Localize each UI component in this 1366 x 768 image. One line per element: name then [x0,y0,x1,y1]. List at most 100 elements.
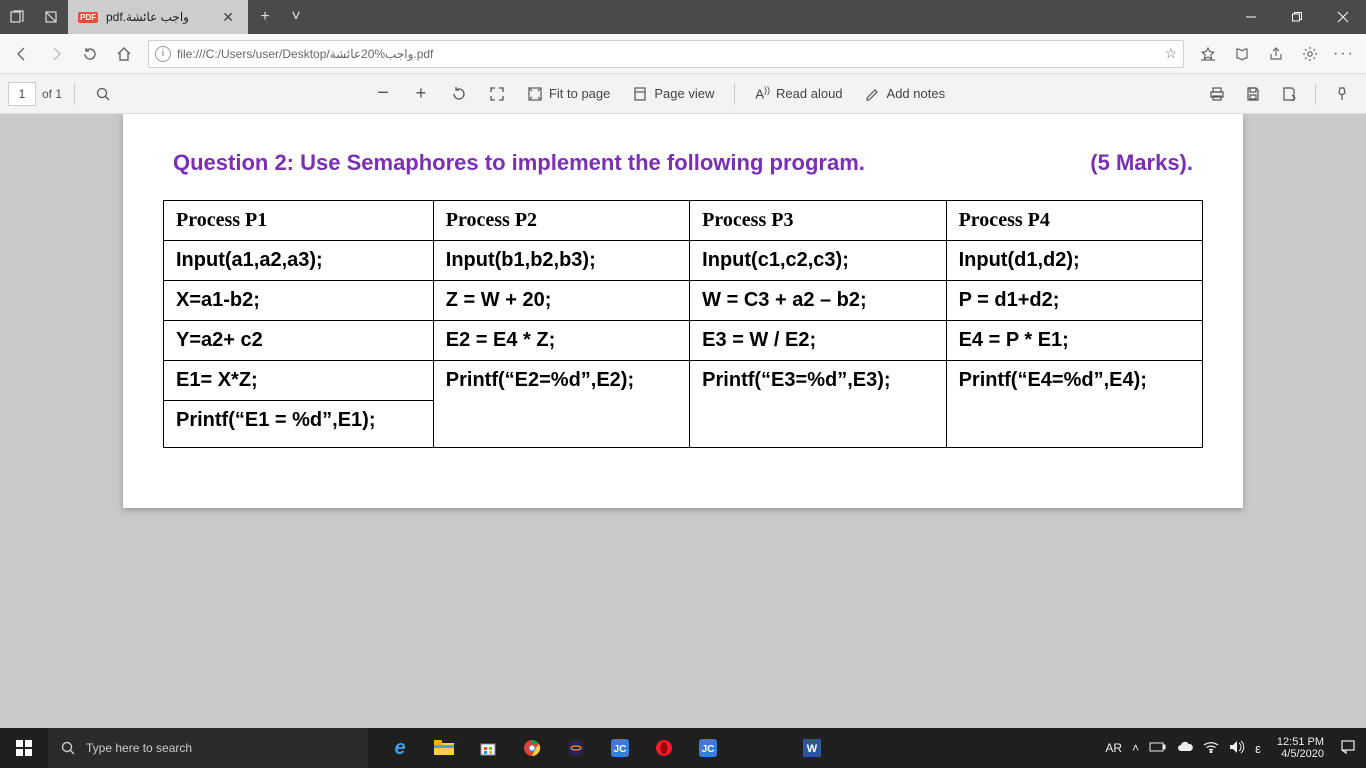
table-cell: Printf(“E2=%d”,E2); [434,361,689,447]
favorite-star-icon[interactable]: ☆ [1164,45,1177,62]
read-aloud-label: Read aloud [776,86,843,101]
url-field[interactable]: i file:///C:/Users/user/Desktop/واجب%20ع… [148,40,1184,68]
refresh-button[interactable] [74,38,106,70]
page-number-input[interactable]: 1 [8,82,36,106]
close-tab-icon[interactable]: ✕ [218,9,238,26]
new-tab-button[interactable]: + [248,0,282,34]
add-notes-button[interactable]: Add notes [857,78,954,110]
set-aside-tabs-icon[interactable] [34,0,68,34]
fit-to-page-button[interactable]: Fit to page [519,78,618,110]
share-icon[interactable] [1260,38,1292,70]
svg-text:JC: JC [702,744,715,755]
back-button[interactable] [6,38,38,70]
system-tray: AR ˄ ε 12:51 PM 4/5/2020 [1095,736,1366,760]
site-info-icon[interactable]: i [155,46,171,62]
tray-cloud-icon[interactable] [1177,741,1193,756]
favorites-list-icon[interactable] [1192,38,1224,70]
tray-chevron-up-icon[interactable]: ˄ [1132,741,1139,755]
table-cell: P = d1+d2; [947,281,1202,321]
table-header-cell: Process P1 [164,201,434,241]
browser-titlebar: PDF pdf.واجب عائشة ✕ + ˅ [0,0,1366,34]
table-cell: W = C3 + a2 – b2; [690,281,945,321]
separator [74,83,75,105]
table-cell: E3 = W / E2; [690,321,945,361]
find-icon[interactable] [87,78,119,110]
table-cell: Input(b1,b2,b3); [434,241,689,281]
table-cell: Printf(“E1 = %d”,E1); [164,401,433,440]
table-header-cell: Process P2 [433,201,689,241]
question-title-text: Question 2: Use Semaphores to implement … [173,150,865,176]
table-cell: E4 = P * E1; [947,321,1202,361]
page-count-label: of 1 [42,87,62,101]
table-header-row: Process P1 Process P2 Process P3 Process… [164,201,1203,241]
windows-taskbar: Type here to search e JC JC W AR ˄ [0,728,1366,768]
tab-title: pdf.واجب عائشة [106,10,189,24]
separator [1315,83,1316,105]
taskbar-edge-icon[interactable]: e [378,728,422,768]
separator [734,83,735,105]
table-cell: E2 = E4 * Z; [434,321,689,361]
taskbar-explorer-icon[interactable] [422,728,466,768]
table-cell: Input(a1,a2,a3); [164,241,433,281]
browser-tab[interactable]: PDF pdf.واجب عائشة ✕ [68,0,248,34]
url-text: file:///C:/Users/user/Desktop/واجب%20عائ… [177,47,433,61]
more-icon[interactable]: ··· [1328,38,1360,70]
settings-icon[interactable] [1294,38,1326,70]
tray-wifi-icon[interactable] [1203,741,1219,756]
tabs-leading-icons [0,0,68,34]
fullscreen-icon[interactable] [481,78,513,110]
tray-language[interactable]: AR [1105,741,1122,755]
page-view-label: Page view [654,86,714,101]
read-aloud-button[interactable]: A)) Read aloud [747,78,850,110]
tray-ime[interactable]: ε [1255,741,1261,756]
minimize-button[interactable] [1228,0,1274,34]
table-cell: Input(c1,c2,c3); [690,241,945,281]
add-notes-label: Add notes [887,86,946,101]
tabs-dropdown-icon[interactable]: ˅ [282,0,310,34]
save-as-icon[interactable] [1273,78,1305,110]
table-cell: Printf(“E3=%d”,E3); [690,361,945,447]
window-controls [1228,0,1366,34]
taskbar-eclipse-icon[interactable] [554,728,598,768]
maximize-button[interactable] [1274,0,1320,34]
rotate-icon[interactable] [443,78,475,110]
forward-button[interactable] [40,38,72,70]
reading-icon[interactable] [1226,38,1258,70]
taskbar-search[interactable]: Type here to search [48,728,368,768]
taskbar-chrome-icon[interactable] [510,728,554,768]
table-cell: Input(d1,d2); [947,241,1202,281]
zoom-in-icon[interactable]: + [405,78,437,110]
tray-notifications-icon[interactable] [1340,739,1356,758]
tray-volume-icon[interactable] [1229,740,1245,757]
tab-actions-icon[interactable] [0,0,34,34]
taskbar-word-icon[interactable]: W [790,728,834,768]
pin-toolbar-icon[interactable] [1326,78,1358,110]
svg-text:W: W [807,743,818,755]
home-button[interactable] [108,38,140,70]
print-icon[interactable] [1201,78,1233,110]
page-view-button[interactable]: Page view [624,78,722,110]
taskbar-opera-icon[interactable] [642,728,686,768]
taskbar-app2-icon[interactable]: JC [686,728,730,768]
zoom-out-icon[interactable]: − [367,78,399,110]
tray-battery-icon[interactable] [1149,741,1167,756]
svg-text:JC: JC [614,744,627,755]
address-bar: i file:///C:/Users/user/Desktop/واجب%20ع… [0,34,1366,74]
close-window-button[interactable] [1320,0,1366,34]
taskbar-apps: e JC JC W [378,728,834,768]
taskbar-app1-icon[interactable]: JC [598,728,642,768]
pdf-toolbar: 1 of 1 − + Fit to page Page view A)) Rea… [0,74,1366,114]
taskbar-store-icon[interactable] [466,728,510,768]
save-icon[interactable] [1237,78,1269,110]
pdf-zoom-group: − + Fit to page Page view A)) Read aloud… [367,78,953,110]
tray-date: 4/5/2020 [1277,748,1324,760]
start-button[interactable] [0,728,48,768]
toolbar-right-icons: ··· [1192,38,1360,70]
fit-to-page-label: Fit to page [549,86,610,101]
pdf-viewport[interactable]: Question 2: Use Semaphores to implement … [0,114,1366,728]
table-cell: X=a1-b2; [164,281,433,321]
tray-clock[interactable]: 12:51 PM 4/5/2020 [1271,736,1330,760]
table-header-cell: Process P3 [690,201,946,241]
table-cell: Y=a2+ c2 [164,321,433,361]
table-cell: E1= X*Z; [164,361,433,401]
